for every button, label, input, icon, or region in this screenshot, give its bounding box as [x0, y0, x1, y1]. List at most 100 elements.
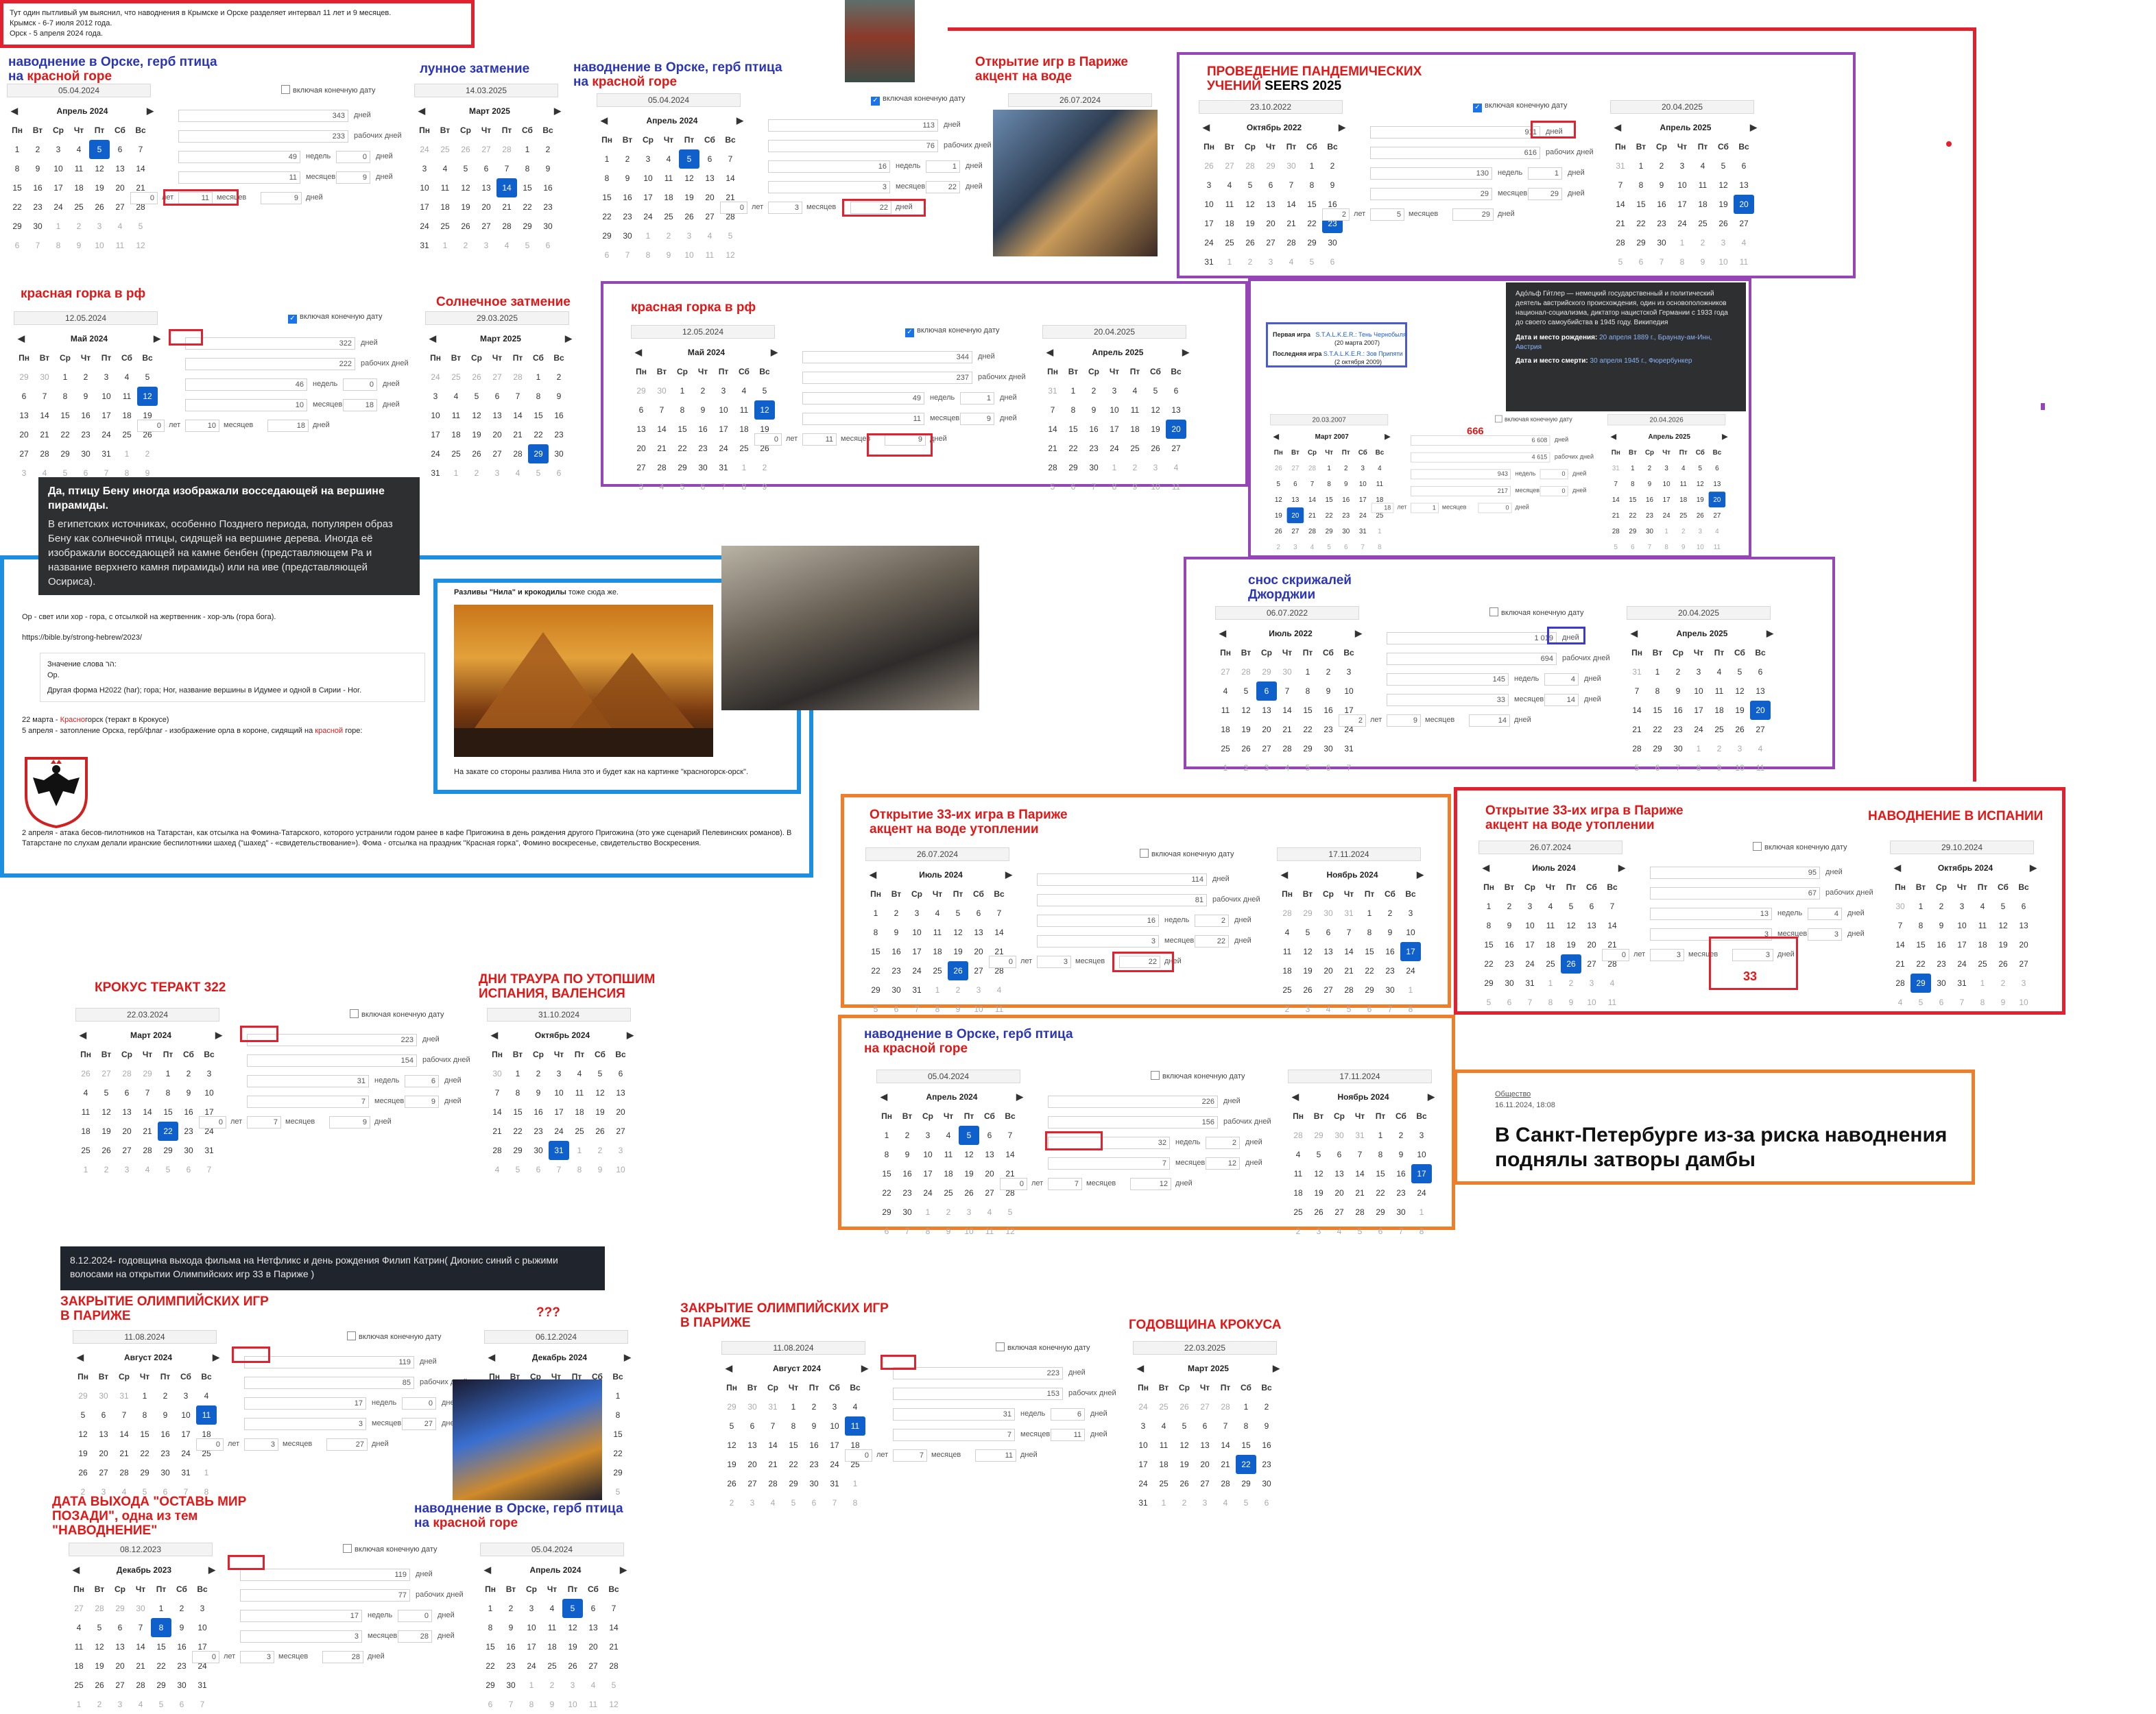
weeks-field[interactable]: 31 [247, 1075, 369, 1087]
selected-day[interactable]: 20 [1286, 507, 1304, 524]
day-cell[interactable]: 17 [549, 1102, 569, 1122]
day-cell[interactable]: 10 [521, 1618, 542, 1637]
day-cell[interactable]: 3 [824, 1397, 845, 1416]
ym-days-field[interactable]: 11 [975, 1449, 1016, 1462]
day-cell[interactable]: 10 [2013, 993, 2034, 1012]
day-cell[interactable]: 18 [1288, 1183, 1308, 1203]
next-month-icon[interactable]: ▶ [554, 106, 561, 117]
day-cell[interactable]: 7 [176, 1482, 196, 1501]
day-cell[interactable]: 16 [693, 420, 713, 439]
day-cell[interactable]: 4 [1153, 1416, 1174, 1436]
next-month-icon[interactable]: ▶ [624, 1352, 631, 1363]
day-cell[interactable]: 21 [1350, 1183, 1370, 1203]
day-cell[interactable]: 2 [1499, 897, 1520, 916]
day-cell[interactable]: 1 [446, 463, 466, 483]
day-cell[interactable]: 20 [2013, 935, 2034, 954]
day-cell[interactable]: 22 [865, 961, 886, 980]
day-cell[interactable]: 3 [610, 1141, 631, 1160]
start-date-input[interactable]: 23.10.2022 [1199, 100, 1343, 114]
day-cell[interactable]: 19 [1297, 961, 1318, 980]
day-cell[interactable]: 5 [1145, 381, 1166, 400]
day-cell[interactable]: 1 [55, 367, 75, 387]
day-cell[interactable]: 25 [446, 444, 466, 463]
workdays-field[interactable]: 85 [244, 1377, 414, 1389]
day-cell[interactable]: 11 [658, 169, 679, 188]
day-cell[interactable]: 21 [1304, 507, 1321, 523]
day-cell[interactable]: 15 [1631, 195, 1651, 214]
day-cell[interactable]: 27 [110, 1676, 130, 1695]
day-cell[interactable]: 23 [897, 1183, 918, 1203]
next-month-icon[interactable]: ▶ [1182, 347, 1189, 358]
day-cell[interactable]: 9 [69, 236, 89, 255]
weeks-days-field[interactable]: 1 [960, 392, 994, 405]
day-cell[interactable]: 9 [1561, 993, 1581, 1012]
day-cell[interactable]: 27 [1287, 523, 1304, 539]
day-cell[interactable]: 8 [48, 236, 69, 255]
day-cell[interactable]: 3 [1411, 1126, 1432, 1145]
weeks-days-field[interactable]: 6 [405, 1075, 439, 1087]
day-cell[interactable]: 6 [804, 1493, 824, 1512]
day-cell[interactable]: 6 [1318, 758, 1339, 777]
day-cell[interactable]: 20 [110, 1656, 130, 1676]
workdays-field[interactable]: 694 [1387, 653, 1557, 665]
day-cell[interactable]: 11 [1750, 758, 1771, 777]
day-cell[interactable]: 5 [1174, 1416, 1195, 1436]
day-cell[interactable]: 1 [1911, 897, 1931, 916]
day-cell[interactable]: 20 [1256, 720, 1277, 739]
day-cell[interactable]: 1 [1321, 460, 1338, 476]
day-cell[interactable]: 29 [1625, 523, 1642, 539]
day-cell[interactable]: 16 [1931, 935, 1952, 954]
day-cell[interactable]: 5 [1627, 758, 1647, 777]
day-cell[interactable]: 6 [7, 236, 27, 255]
day-cell[interactable]: 28 [1277, 739, 1297, 758]
day-cell[interactable]: 4 [69, 1618, 89, 1637]
include-end-checkbox[interactable]: включая конечную дату [281, 85, 376, 95]
day-cell[interactable]: 5 [672, 477, 693, 496]
day-cell[interactable]: 15 [1321, 492, 1338, 507]
day-cell[interactable]: 7 [1354, 539, 1372, 555]
day-cell[interactable]: 25 [75, 1141, 96, 1160]
day-cell[interactable]: 17 [1952, 935, 1972, 954]
day-cell[interactable]: 1 [597, 149, 617, 169]
day-cell[interactable]: 2 [721, 1493, 742, 1512]
day-cell[interactable]: 1 [1658, 523, 1675, 539]
day-cell[interactable]: 7 [130, 1618, 151, 1637]
months-days-field[interactable]: 28 [398, 1630, 432, 1643]
day-cell[interactable]: 26 [73, 1463, 93, 1482]
ym-days-field[interactable]: 9 [329, 1116, 370, 1128]
day-cell[interactable]: 5 [1692, 460, 1709, 476]
day-cell[interactable]: 2 [804, 1397, 824, 1416]
start-date-input[interactable]: 08.12.2023 [69, 1543, 213, 1556]
selected-day[interactable]: 20 [1734, 195, 1754, 214]
weeks-field[interactable]: 16 [768, 160, 890, 173]
prev-month-icon[interactable]: ◀ [488, 1352, 495, 1363]
ym-months-field[interactable]: 9 [1387, 714, 1421, 727]
day-cell[interactable]: 28 [507, 367, 528, 387]
day-cell[interactable]: 6 [693, 477, 713, 496]
day-cell[interactable]: 10 [959, 1222, 979, 1241]
day-cell[interactable]: 24 [824, 1455, 845, 1474]
day-cell[interactable]: 10 [907, 923, 927, 942]
day-cell[interactable]: 26 [1713, 214, 1734, 233]
include-end-checkbox[interactable]: включая конечную дату [1140, 849, 1234, 858]
prev-month-icon[interactable]: ◀ [73, 1565, 80, 1576]
day-cell[interactable]: 11 [1215, 701, 1236, 720]
end-date-input[interactable]: 17.11.2024 [1288, 1070, 1432, 1083]
day-cell[interactable]: 1 [865, 904, 886, 923]
day-cell[interactable]: 14 [1610, 195, 1631, 214]
day-cell[interactable]: 22 [1911, 954, 1931, 974]
day-cell[interactable]: 27 [1215, 662, 1236, 681]
day-cell[interactable]: 27 [487, 367, 507, 387]
workdays-field[interactable]: 616 [1370, 147, 1540, 159]
day-cell[interactable]: 26 [89, 1676, 110, 1695]
day-cell[interactable]: 23 [75, 425, 96, 444]
day-cell[interactable]: 5 [720, 226, 741, 245]
day-cell[interactable]: 14 [603, 1618, 624, 1637]
day-cell[interactable]: 9 [1256, 1416, 1277, 1436]
day-cell[interactable]: 22 [1302, 214, 1322, 233]
day-cell[interactable]: 28 [1277, 904, 1297, 923]
day-cell[interactable]: 6 [597, 245, 617, 265]
day-cell[interactable]: 4 [1215, 681, 1236, 701]
day-cell[interactable]: 22 [1370, 1183, 1391, 1203]
day-cell[interactable]: 9 [1380, 923, 1400, 942]
